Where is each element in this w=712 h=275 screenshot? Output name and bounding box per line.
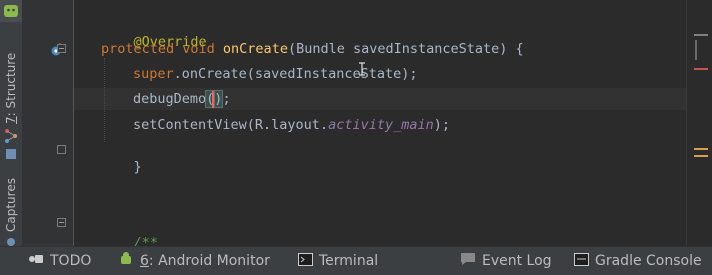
- mouse-ibeam-cursor: [358, 62, 366, 80]
- code-line-1: @Override: [101, 15, 207, 50]
- todo-tab[interactable]: TODO: [28, 247, 91, 275]
- bottom-tool-bar: TODO 6: Android Monitor Terminal Event L…: [0, 246, 712, 275]
- gradle-console-icon: [574, 252, 589, 270]
- left-tool-strip: 7: Structure Captures: [0, 0, 23, 246]
- event-log-label: Event Log: [482, 253, 552, 269]
- code-line-4: debugDemo();: [133, 90, 231, 108]
- terminal-tab[interactable]: Terminal: [298, 247, 378, 275]
- gradle-console-tab[interactable]: Gradle Console: [574, 247, 702, 275]
- todo-icon: [28, 252, 44, 270]
- stripe-mark-info[interactable]: [694, 34, 708, 36]
- event-log-icon: [460, 252, 476, 270]
- terminal-icon: [298, 252, 313, 270]
- indent-guide: [104, 58, 106, 142]
- code-line-7: /**: [101, 216, 158, 246]
- gradle-console-label: Gradle Console: [595, 253, 702, 269]
- closing-brace: }: [133, 159, 142, 175]
- code-line-5: setContentView(R.layout.activity_main);: [133, 116, 450, 134]
- structure-tab-label: : Structure: [4, 52, 18, 117]
- stripe-mark-error[interactable]: [694, 68, 708, 70]
- structure-tab-number: 7: [4, 116, 18, 124]
- android-icon[interactable]: [0, 0, 22, 22]
- method-signature: (Bundle savedInstanceState) {: [287, 41, 524, 57]
- method-modifiers: protected void: [101, 41, 223, 57]
- fold-marker-comment[interactable]: [57, 218, 66, 227]
- android-monitor-label: : Android Monitor: [148, 253, 270, 269]
- stripe-mark-warning-1[interactable]: [694, 148, 708, 150]
- code-line-3: super.onCreate(savedInstanceState);: [133, 65, 417, 83]
- debug-demo-call: debugDemo: [133, 91, 207, 107]
- android-monitor-icon: [118, 251, 134, 271]
- editor-gutter: [23, 0, 74, 246]
- captures-tab-label: Captures: [4, 178, 18, 232]
- event-log-tab[interactable]: Event Log: [460, 247, 552, 275]
- code-line-6: }: [101, 140, 142, 175]
- fold-marker-method-start[interactable]: [57, 44, 66, 53]
- error-stripe[interactable]: [686, 0, 712, 246]
- captures-tab[interactable]: Captures: [0, 166, 22, 246]
- layout-field: activity_main: [328, 117, 434, 133]
- set-content-view-end: );: [433, 117, 451, 133]
- super-keyword: super: [133, 66, 174, 82]
- super-call: .onCreate(savedInstanceState);: [173, 66, 418, 82]
- android-monitor-tab[interactable]: 6: Android Monitor: [118, 247, 270, 275]
- structure-tree-icon[interactable]: [0, 128, 22, 150]
- doc-comment-start: /**: [133, 235, 158, 246]
- code-line-2: protected void onCreate(Bundle savedInst…: [101, 40, 524, 58]
- statement-semicolon: ;: [222, 91, 231, 107]
- set-content-view-call: setContentView(R.layout.: [133, 117, 329, 133]
- fold-marker-method-end[interactable]: [57, 145, 66, 154]
- scroll-thumb[interactable]: [695, 40, 697, 60]
- method-name: onCreate: [222, 41, 288, 57]
- todo-label: TODO: [50, 253, 92, 269]
- code-editor[interactable]: @Override protected void onCreate(Bundle…: [74, 0, 686, 246]
- text-caret: [212, 91, 214, 108]
- stripe-mark-warning-2[interactable]: [694, 155, 708, 157]
- terminal-label: Terminal: [319, 253, 379, 269]
- android-monitor-number: 6: [140, 253, 149, 269]
